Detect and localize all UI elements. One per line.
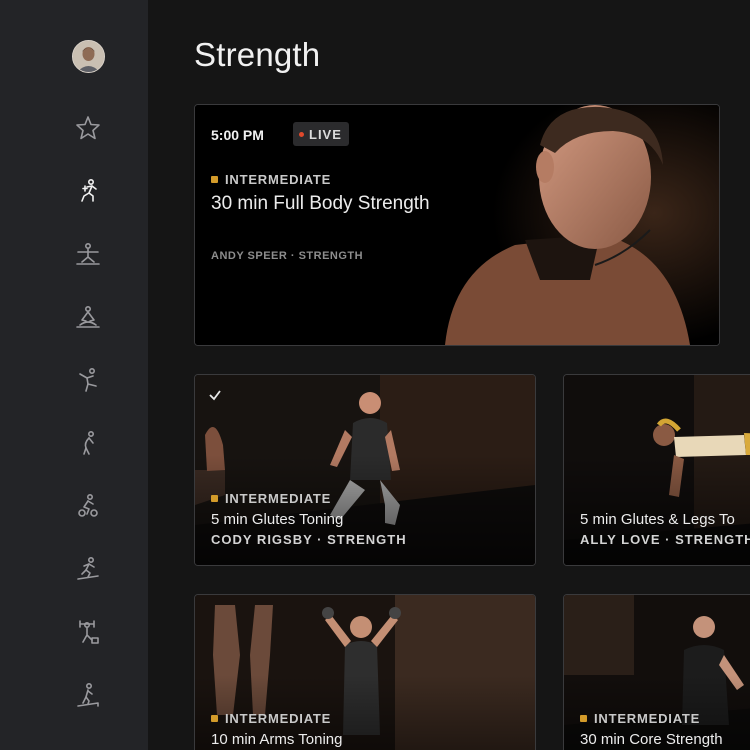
favorites-nav-star-icon[interactable] — [70, 110, 106, 146]
difficulty-label: INTERMEDIATE — [225, 491, 332, 506]
star-icon — [76, 116, 100, 140]
completed-check-icon — [205, 385, 225, 405]
walking-icon — [77, 682, 99, 707]
bootcamp-nav-icon[interactable] — [70, 614, 106, 650]
bootcamp-icon — [79, 620, 99, 644]
live-badge: LIVE — [293, 122, 349, 146]
featured-class-card[interactable]: 5:00 PM LIVE INTERMEDIATE 30 min Full Bo… — [194, 104, 720, 346]
class-start-time: 5:00 PM — [211, 127, 264, 143]
difficulty-label: INTERMEDIATE — [594, 711, 701, 726]
running-icon — [77, 556, 99, 580]
class-card[interactable]: 5 min Glutes & Legs To ALLY LOVE · STREN… — [563, 374, 750, 566]
cycling-icon — [78, 493, 98, 517]
class-instructor: CODY RIGSBY · STRENGTH — [211, 532, 407, 547]
sidebar — [0, 0, 148, 750]
difficulty-level: INTERMEDIATE — [211, 711, 331, 726]
page-title: Strength — [194, 36, 321, 73]
difficulty-label: INTERMEDIATE — [225, 711, 332, 726]
cardio-icon — [79, 367, 97, 392]
user-photo — [73, 41, 104, 72]
class-card[interactable]: INTERMEDIATE 5 min Glutes Toning CODY RI… — [194, 374, 536, 566]
live-label: LIVE — [309, 126, 342, 142]
class-instructor: ALLY LOVE · STRENGTH — [580, 532, 750, 547]
class-title: 5 min Glutes & Legs To — [580, 511, 735, 528]
strength-icon — [81, 178, 97, 202]
meditation-icon — [76, 305, 100, 328]
cardio-nav-icon[interactable] — [70, 362, 106, 398]
card-gradient — [564, 455, 750, 565]
stretching-icon — [83, 430, 95, 455]
meditation-nav-icon[interactable] — [70, 299, 106, 335]
strength-nav-icon[interactable] — [70, 173, 106, 209]
class-title: 30 min Full Body Strength — [211, 193, 430, 214]
difficulty-level: INTERMEDIATE — [580, 711, 700, 726]
avatar[interactable] — [72, 40, 105, 73]
running-nav-icon[interactable] — [70, 551, 106, 587]
yoga-nav-icon[interactable] — [70, 236, 106, 272]
class-title: 30 min Core Strength — [580, 731, 723, 748]
instructor-photo — [195, 105, 719, 345]
class-card[interactable]: INTERMEDIATE 30 min Core Strength — [563, 594, 750, 750]
class-card[interactable]: INTERMEDIATE 10 min Arms Toning — [194, 594, 536, 750]
main-content: Strength 5:00 PM LIVE INTERMEDIATE 30 mi… — [148, 0, 750, 750]
level-marker-icon — [211, 715, 218, 722]
class-instructor: ANDY SPEER · STRENGTH — [211, 250, 364, 262]
difficulty-label: INTERMEDIATE — [225, 172, 332, 187]
level-marker-icon — [211, 495, 218, 502]
class-title: 5 min Glutes Toning — [211, 511, 344, 528]
level-marker-icon — [580, 715, 587, 722]
yoga-icon — [76, 242, 100, 265]
class-title: 10 min Arms Toning — [211, 731, 343, 748]
card-gradient — [195, 455, 535, 565]
live-dot-icon — [299, 131, 304, 137]
level-marker-icon — [211, 176, 218, 183]
cycling-nav-icon[interactable] — [70, 488, 106, 524]
stretching-nav-icon[interactable] — [70, 425, 106, 461]
difficulty-level: INTERMEDIATE — [211, 172, 331, 187]
walking-nav-icon[interactable] — [70, 677, 106, 713]
difficulty-level: INTERMEDIATE — [211, 491, 331, 506]
